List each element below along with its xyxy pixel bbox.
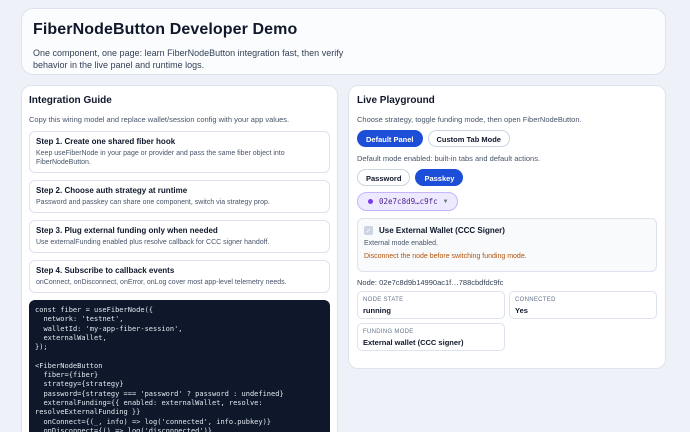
mode-hint: Default mode enabled: built-in tabs and … [357,154,541,163]
node-button-label: 02e7c8d9…c9fc [379,197,438,206]
external-status: External mode enabled. [364,240,438,247]
step-card-3: Step 3. Plug external funding only when … [29,220,330,253]
guide-subtitle: Copy this wiring model and replace walle… [29,115,290,124]
live-playground-panel: Live Playground Choose strategy, toggle … [348,85,666,369]
stat-key: FUNDING MODE [363,329,414,335]
stats-grid: NODE STATE running CONNECTED Yes FUNDING… [357,291,657,351]
integration-guide-panel: Integration Guide Copy this wiring model… [21,85,338,432]
password-strategy-button[interactable]: Password [357,169,411,186]
step-card-4: Step 4. Subscribe to callback events onC… [29,260,330,293]
stat-key: CONNECTED [515,297,556,303]
step-description: Use externalFunding enabled plus resolve… [36,239,270,246]
funding-warning: Disconnect the node before switching fun… [364,253,527,260]
external-wallet-checkbox[interactable]: ✓ [364,226,373,235]
step-description: onConnect, onDisconnect, onError, onLog … [36,279,287,286]
page-title: FiberNodeButton Developer Demo [33,21,298,38]
external-wallet-box: ✓ Use External Wallet (CCC Signer) Exter… [357,218,657,272]
guide-title: Integration Guide [29,95,112,106]
page-description: One component, one page: learn FiberNode… [33,48,344,70]
playground-title: Live Playground [357,95,435,106]
check-icon: ✓ [365,227,372,235]
step-card-1: Step 1. Create one shared fiber hook Kee… [29,131,330,173]
step-description: Keep useFiberNode in your page or provid… [36,150,285,166]
connected-card: CONNECTED Yes [509,291,657,319]
auth-strategy-group: Password Passkey [357,169,657,186]
external-wallet-label: Use External Wallet (CCC Signer) [379,226,505,235]
stat-value: External wallet (CCC signer) [363,338,464,347]
step-title: Step 3. Plug external funding only when … [36,226,218,235]
status-dot-icon [368,199,373,204]
passkey-strategy-button[interactable]: Passkey [415,169,464,186]
header-card: FiberNodeButton Developer Demo One compo… [21,8,666,75]
default-panel-button[interactable]: Default Panel [357,130,423,147]
step-title: Step 4. Subscribe to callback events [36,266,175,275]
step-description: Password and passkey can share one compo… [36,199,270,206]
step-title: Step 2. Choose auth strategy at runtime [36,186,188,195]
step-card-2: Step 2. Choose auth strategy at runtime … [29,180,330,213]
stat-value: running [363,306,391,315]
code-snippet[interactable]: const fiber = useFiberNode({ network: 't… [29,300,330,432]
fiber-node-button[interactable]: 02e7c8d9…c9fc ▼ [357,192,459,211]
playground-subtitle: Choose strategy, toggle funding mode, th… [357,115,582,124]
stat-value: Yes [515,306,528,315]
step-title: Step 1. Create one shared fiber hook [36,137,176,146]
stat-key: NODE STATE [363,297,404,303]
node-state-card: NODE STATE running [357,291,505,319]
mode-toggle-group: Default Panel Custom Tab Mode [357,130,657,147]
funding-mode-card: FUNDING MODE External wallet (CCC signer… [357,323,505,351]
node-id-line: Node: 02e7c8d9b14990ac1f…788cbdfdc9fc [357,278,504,287]
chevron-down-icon: ▼ [443,198,448,205]
custom-tab-mode-button[interactable]: Custom Tab Mode [427,130,510,147]
code-text: const fiber = useFiberNode({ network: 't… [35,306,284,432]
